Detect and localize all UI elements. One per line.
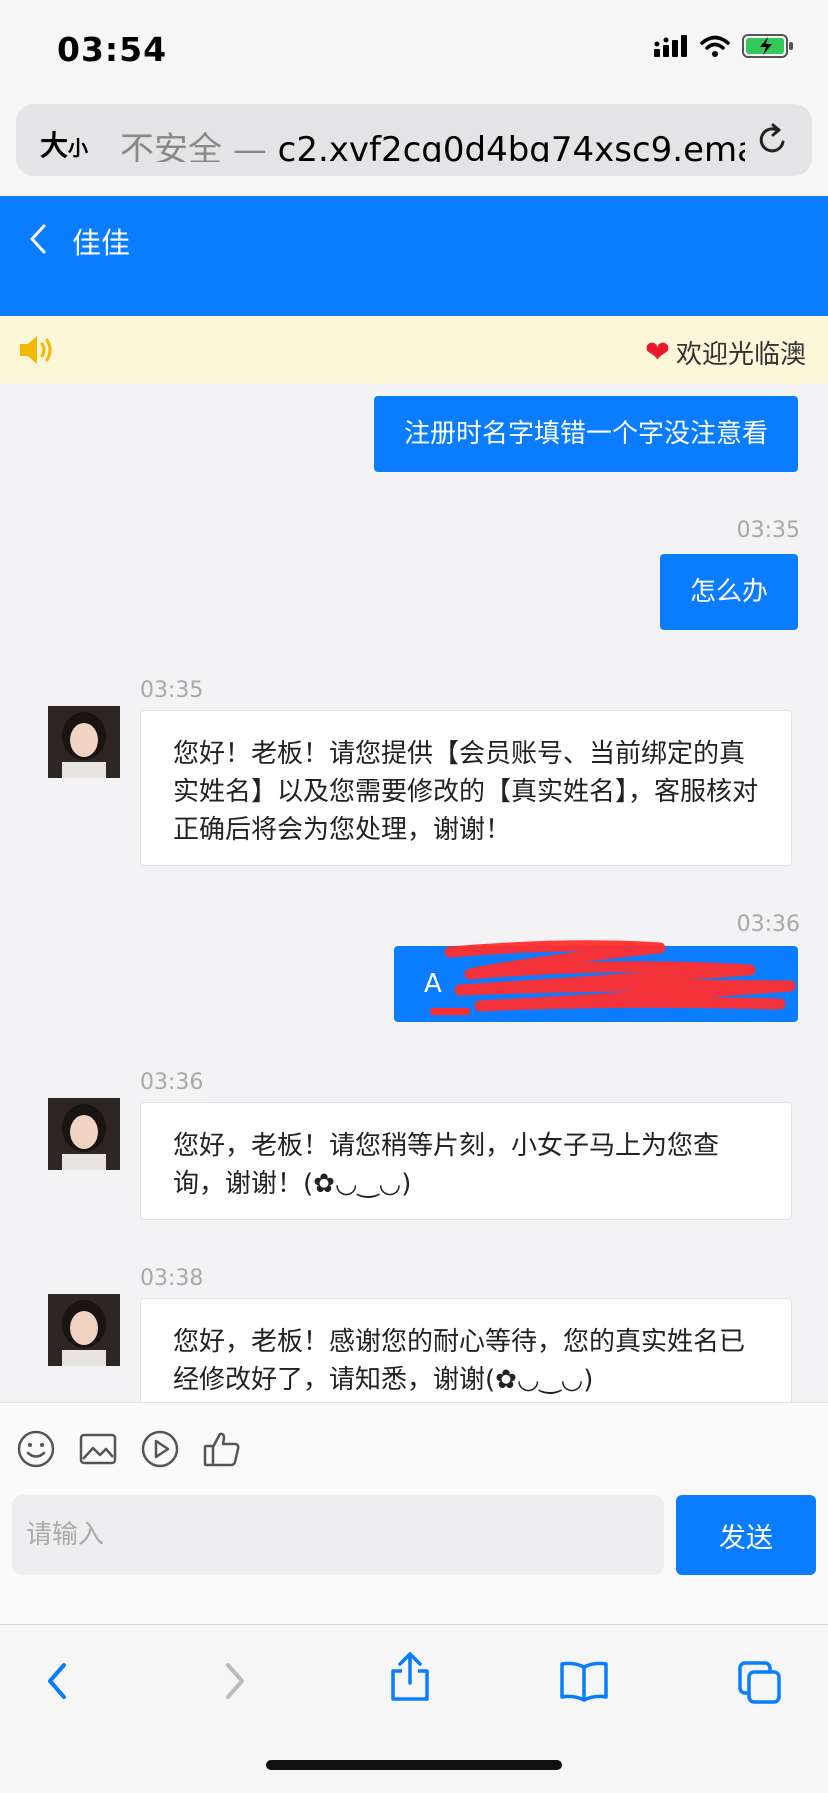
share-icon[interactable] — [388, 1651, 432, 1703]
video-icon[interactable] — [140, 1429, 180, 1469]
browser-address-area: 大小 不安全 — c2.xvf2cq0d4bq74xsc9.email — [0, 98, 828, 196]
notice-message: 欢迎光临澳 — [675, 340, 806, 370]
back-chevron-icon[interactable] — [28, 222, 50, 256]
message-time: 03:36 — [140, 1070, 204, 1095]
heart-icon: ❤ — [644, 334, 670, 370]
notice-bar: ❤ 欢迎光临澳 — [0, 316, 828, 384]
chat-header: 佳佳 — [0, 196, 828, 316]
message-input[interactable] — [12, 1495, 664, 1575]
status-bar: 03:54 — [0, 0, 828, 98]
url-text[interactable]: 不安全 — c2.xvf2cq0d4bq74xsc9.email — [120, 122, 745, 162]
safari-back-icon[interactable] — [40, 1659, 74, 1703]
message-bubble-incoming: 您好，老板！请您稍等片刻，小女子马上为您查询，谢谢！(✿◡‿◡) — [140, 1102, 792, 1220]
battery-charging-icon — [742, 34, 793, 58]
message-bubble-outgoing: 注册时名字填错一个字没注意看 — [374, 396, 798, 472]
bookmarks-icon[interactable] — [558, 1659, 610, 1703]
avatar — [48, 1294, 120, 1366]
safari-forward-icon[interactable] — [218, 1659, 252, 1703]
notice-text: ❤ 欢迎光临澳 — [645, 334, 806, 371]
reload-icon[interactable] — [756, 122, 790, 158]
image-icon[interactable] — [78, 1429, 118, 1469]
chat-title: 佳佳 — [72, 226, 131, 260]
text-size-button[interactable]: 大小 — [40, 124, 88, 164]
message-bubble-outgoing: 怎么办 — [660, 554, 798, 630]
tabs-icon[interactable] — [736, 1659, 784, 1707]
text-size-big: 大 — [40, 129, 69, 162]
message-time: 03:38 — [140, 1266, 204, 1291]
signal-icon — [654, 35, 687, 57]
message-bubble-incoming: 您好，老板！感谢您的耐心等待，您的真实姓名已经修改好了，请知悉，谢谢(✿◡‿◡) — [140, 1298, 792, 1416]
text-size-small: 小 — [68, 136, 89, 160]
message-time: 03:35 — [140, 678, 204, 703]
message-time: 03:36 — [736, 912, 800, 937]
send-button[interactable]: 发送 — [676, 1495, 816, 1575]
insecure-label: 不安全 — — [120, 130, 278, 162]
avatar — [48, 706, 120, 778]
composer: 发送 — [0, 1402, 828, 1625]
status-icons — [654, 34, 794, 58]
address-bar[interactable]: 大小 不安全 — c2.xvf2cq0d4bq74xsc9.email — [16, 104, 812, 176]
emoji-icon[interactable] — [16, 1429, 56, 1469]
url-value: c2.xvf2cq0d4bq74xsc9.email — [277, 130, 745, 162]
status-time: 03:54 — [57, 30, 168, 69]
thumbs-up-icon[interactable] — [202, 1429, 242, 1469]
wifi-icon — [700, 35, 730, 57]
composer-tools — [16, 1429, 242, 1469]
avatar — [48, 1098, 120, 1170]
message-bubble-incoming: 您好！老板！请您提供【会员账号、当前绑定的真实姓名】以及您需要修改的【真实姓名】… — [140, 710, 792, 866]
speaker-icon — [20, 336, 52, 364]
home-indicator — [266, 1760, 562, 1770]
redaction-scribble — [430, 940, 796, 1015]
message-time: 03:35 — [736, 518, 800, 543]
